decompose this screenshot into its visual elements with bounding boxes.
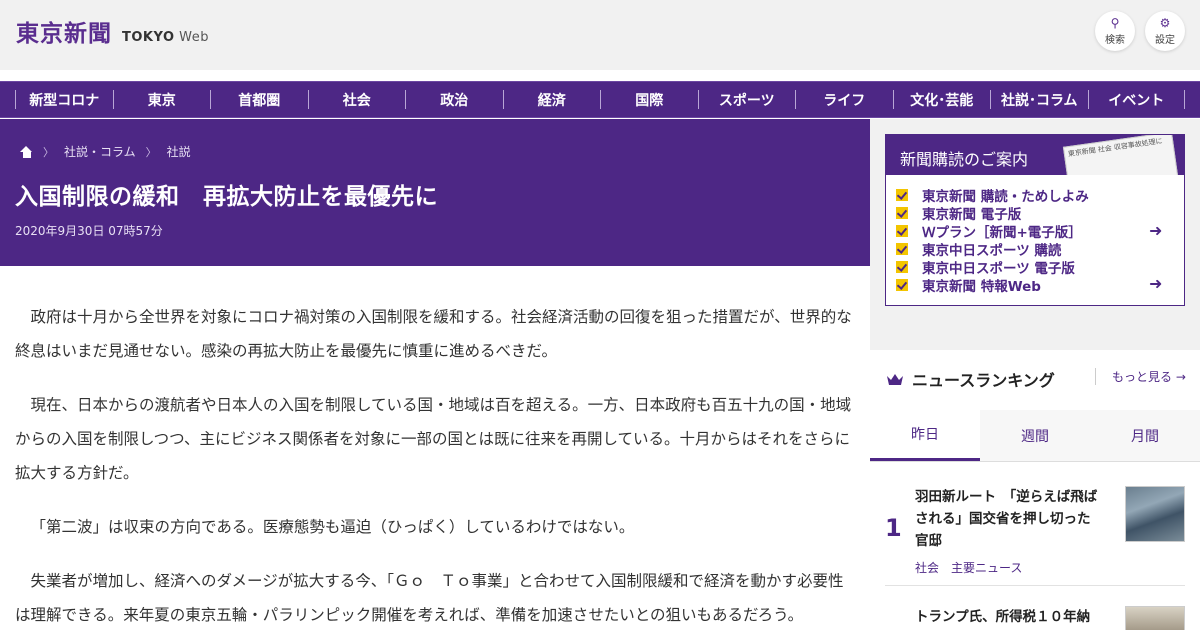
nav-item-world[interactable]: 国際 xyxy=(600,90,698,109)
tab-yesterday[interactable]: 昨日 xyxy=(870,410,980,461)
tab-weekly[interactable]: 週間 xyxy=(980,410,1090,461)
ranking-item-title[interactable]: トランプ氏、所得税１０年納め xyxy=(915,606,1103,630)
subscription-item[interactable]: 東京新聞 電子版 xyxy=(896,204,1176,223)
login-icon[interactable]: ➜ xyxy=(1149,223,1168,239)
article-paragraph: 失業者が増加し、経済へのダメージが拡大する今、「Ｇｏ Ｔｏ事業」と合わせて入国制… xyxy=(15,572,844,624)
subscription-item-label: 東京中日スポーツ 電子版 xyxy=(922,261,1075,277)
ranking-tabs: 昨日 週間 月間 xyxy=(870,410,1200,462)
settings-label: 設定 xyxy=(1155,34,1175,46)
settings-button[interactable]: ⚙ 設定 xyxy=(1145,11,1185,51)
article-paragraph: 現在、日本からの渡航者や日本人の入国を制限している国・地域は百を超える。一方、日… xyxy=(15,396,852,482)
tag-link[interactable]: 社会 xyxy=(915,559,939,576)
ranking-header: ニュースランキング xyxy=(886,367,1055,391)
search-label: 検索 xyxy=(1105,34,1125,46)
nav-item-editorial[interactable]: 社説･コラム xyxy=(990,90,1088,109)
article-body: 政府は十月から全世界を対象にコロナ禍対策の入国制限を緩和する。社会経済活動の回復… xyxy=(15,300,855,630)
subscription-item[interactable]: 東京中日スポーツ 電子版 xyxy=(896,258,1176,277)
ranking-item-title[interactable]: 羽田新ルート 「逆らえば飛ばされる」国交省を押し切った官邸 xyxy=(915,486,1103,552)
logo-en-bold: TOKYO xyxy=(122,30,175,45)
more-link-label: もっと見る xyxy=(1112,370,1173,384)
logo-jp: 東京新聞 xyxy=(16,20,112,47)
more-link[interactable]: もっと見る → xyxy=(1095,368,1186,385)
logo-en: TOKYO Web xyxy=(122,30,209,45)
checkbox-icon xyxy=(896,225,908,237)
checkbox-icon xyxy=(896,189,908,201)
subscription-item[interactable]: Ｗプラン［新聞+電子版］ xyxy=(896,222,1176,241)
chevron-right-icon: 〉 xyxy=(43,145,54,159)
newspaper-image: 東京新聞 社会 収容事故処理に xyxy=(1062,135,1180,175)
checkbox-icon xyxy=(896,207,908,219)
subscription-item-label: 東京新聞 電子版 xyxy=(922,207,1022,223)
nav-item-covid[interactable]: 新型コロナ xyxy=(15,90,113,109)
nav-item-politics[interactable]: 政治 xyxy=(405,90,503,109)
ranking-thumbnail[interactable] xyxy=(1125,486,1185,542)
nav-item-culture[interactable]: 文化･芸能 xyxy=(892,90,991,109)
ranking-item-tags: 社会 主要ニュース xyxy=(915,559,1022,576)
article-paragraph: 政府は十月から全世界を対象にコロナ禍対策の入国制限を緩和する。社会経済活動の回復… xyxy=(15,308,852,360)
subscription-header: 新聞購読のご案内 東京新聞 社会 収容事故処理に xyxy=(886,135,1184,175)
subscription-item[interactable]: 東京新聞 特報Web xyxy=(896,276,1176,295)
tab-monthly[interactable]: 月間 xyxy=(1090,410,1200,461)
subscription-item-label: 東京新聞 購読・ためしよみ xyxy=(922,189,1089,205)
search-button[interactable]: ⚲ 検索 xyxy=(1095,11,1135,51)
checkbox-icon xyxy=(896,243,908,255)
home-icon[interactable] xyxy=(20,145,33,158)
nav-item-economy[interactable]: 経済 xyxy=(502,90,601,109)
article-title: 入国制限の緩和 再拡大防止を最優先に xyxy=(15,184,438,210)
nav-item-events[interactable]: イベント xyxy=(1087,90,1185,109)
subscription-item[interactable]: 東京中日スポーツ 購読 xyxy=(896,240,1176,259)
nav-item-life[interactable]: ライフ xyxy=(795,90,893,109)
article-header: 〉 社説・コラム 〉 社説 入国制限の緩和 再拡大防止を最優先に 2020年9月… xyxy=(0,119,870,266)
chevron-right-icon: 〉 xyxy=(145,145,157,159)
breadcrumb-item-editorial[interactable]: 社説・コラム xyxy=(64,143,136,160)
main-nav: 新型コロナ 東京 首都圏 社会 政治 経済 国際 スポーツ ライフ 文化･芸能 … xyxy=(0,81,1200,118)
rank-number: 1 xyxy=(885,514,902,542)
subscription-box: 新聞購読のご案内 東京新聞 社会 収容事故処理に 東京新聞 購読・ためしよみ 東… xyxy=(885,134,1185,306)
ranking-box: ニュースランキング もっと見る → 昨日 週間 月間 1 羽田新ルート 「逆らえ… xyxy=(870,350,1200,630)
checkbox-icon xyxy=(896,279,908,291)
checkbox-icon xyxy=(896,261,908,273)
article-paragraph: 「第二波」は収束の方向である。医療態勢も逼迫（ひっぱく）しているわけではない。 xyxy=(30,518,635,536)
site-logo[interactable]: 東京新聞 TOKYO Web xyxy=(16,14,209,48)
subscription-item-label: 東京新聞 特報Web xyxy=(922,279,1041,295)
nav-item-tokyo[interactable]: 東京 xyxy=(112,90,211,109)
ranking-item[interactable]: トランプ氏、所得税１０年納め xyxy=(885,606,1185,630)
search-icon: ⚲ xyxy=(1110,15,1120,30)
tag-link[interactable]: 主要ニュース xyxy=(951,559,1022,576)
breadcrumb-item-shasetsu[interactable]: 社説 xyxy=(167,143,191,160)
ranking-title: ニュースランキング xyxy=(912,371,1055,390)
ranking-thumbnail[interactable] xyxy=(1125,606,1185,630)
login-icon[interactable]: ➜ xyxy=(1149,276,1168,292)
site-header: 東京新聞 TOKYO Web ⚲ 検索 ⚙ 設定 xyxy=(0,0,1200,70)
article-date: 2020年9月30日 07時57分 xyxy=(15,224,163,238)
subscription-item-label: 東京中日スポーツ 購読 xyxy=(922,243,1062,259)
nav-item-sports[interactable]: スポーツ xyxy=(697,90,796,109)
subscription-item-label: Ｗプラン［新聞+電子版］ xyxy=(922,225,1082,241)
arrow-right-icon: → xyxy=(1175,370,1186,384)
crown-icon xyxy=(886,373,904,386)
subscription-list: 東京新聞 購読・ためしよみ 東京新聞 電子版 Ｗプラン［新聞+電子版］ 東京中日… xyxy=(896,186,1176,295)
nav-item-metro[interactable]: 首都圏 xyxy=(210,90,308,109)
logo-en-light: Web xyxy=(179,30,209,45)
gear-icon: ⚙ xyxy=(1159,15,1171,30)
nav-item-society[interactable]: 社会 xyxy=(307,90,406,109)
ranking-item[interactable]: 1 羽田新ルート 「逆らえば飛ばされる」国交省を押し切った官邸 社会 主要ニュー… xyxy=(885,486,1185,586)
breadcrumb: 〉 社説・コラム 〉 社説 xyxy=(20,143,191,160)
subscription-title: 新聞購読のご案内 xyxy=(900,150,1029,169)
sidebar: 新聞購読のご案内 東京新聞 社会 収容事故処理に 東京新聞 購読・ためしよみ 東… xyxy=(870,119,1200,630)
subscription-item[interactable]: 東京新聞 購読・ためしよみ xyxy=(896,186,1176,205)
